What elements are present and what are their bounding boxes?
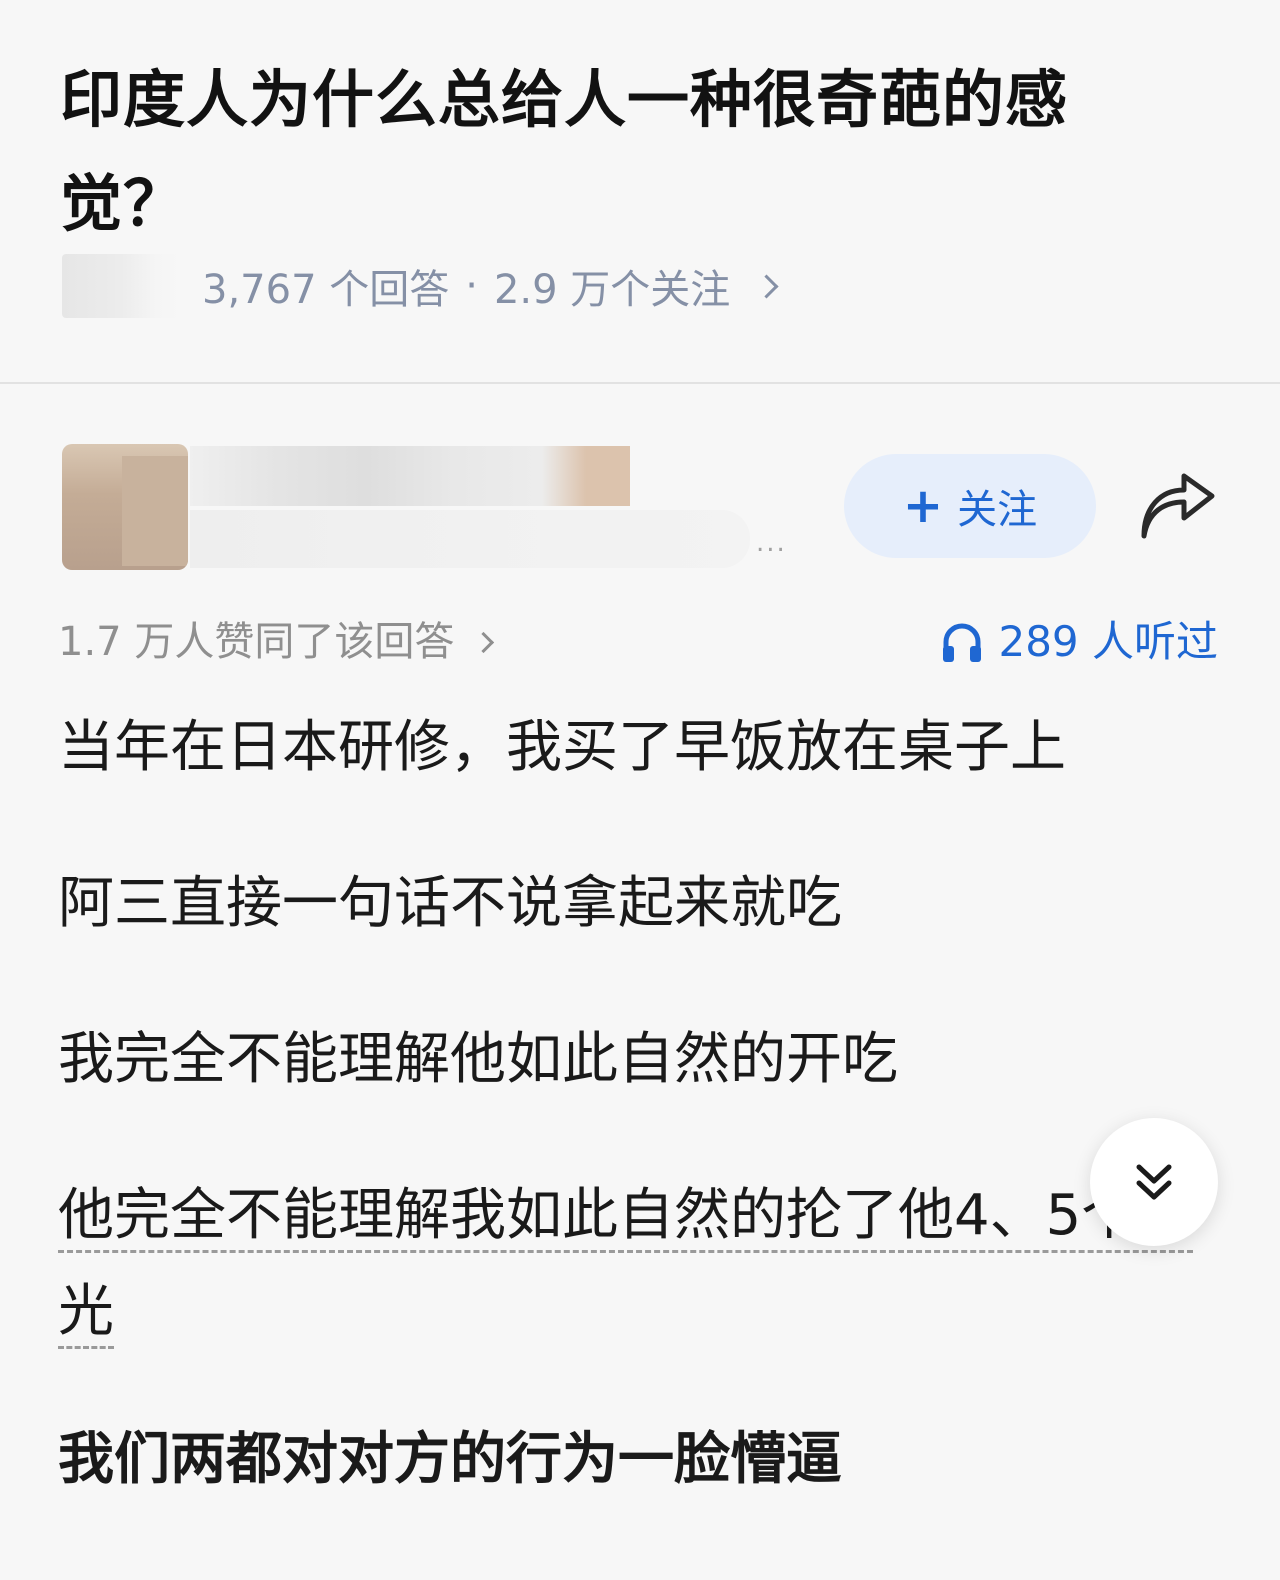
answer-paragraph-highlighted[interactable]: 他完全不能理解我如此自然的抡了他4、5个耳光 [58, 1168, 1218, 1360]
answer-paragraph: 阿三直接一句话不说拿起来就吃 [58, 871, 842, 936]
stats-row: 1.7 万人赞同了该回答 289 人听过 [58, 612, 1218, 672]
expand-button[interactable] [1090, 1118, 1218, 1246]
double-chevron-down-icon [1136, 1164, 1172, 1200]
answer-count: 3,767 个回答 [202, 267, 450, 313]
listen-count: 289 人听过 [998, 617, 1218, 666]
chevron-right-icon [473, 631, 495, 653]
plus-icon: + [902, 478, 944, 534]
chevron-right-icon [754, 273, 779, 299]
divider [0, 382, 1280, 384]
follow-button[interactable]: + 关注 [844, 454, 1096, 558]
bio-ellipsis: ... [756, 528, 787, 558]
question-meta[interactable]: 3,767 个回答 · 2.9 万个关注 [62, 254, 779, 318]
blurred-topic-avatar [62, 254, 180, 318]
listen-info[interactable]: 289 人听过 [940, 612, 1218, 672]
author-bio-blurred [190, 510, 750, 568]
answer-paragraph: 当年在日本研修，我买了早饭放在桌子上 [58, 715, 1066, 780]
author-avatar[interactable] [62, 444, 188, 570]
author-name-blurred[interactable] [190, 446, 630, 506]
headphone-icon [943, 623, 982, 662]
follower-count: 2.9 万个关注 [493, 267, 731, 313]
highlighted-text: 他完全不能理解我如此自然的抡了他4、5个耳光 [58, 1183, 1194, 1349]
answer-paragraph: 我们两都对对方的行为一脸懵逼 [58, 1427, 842, 1492]
share-icon[interactable] [1138, 472, 1218, 540]
follow-label: 关注 [957, 487, 1038, 533]
approval-count[interactable]: 1.7 万人赞同了该回答 [58, 612, 495, 672]
question-stats[interactable]: 3,767 个回答 · 2.9 万个关注 [202, 257, 779, 315]
author-row: ... + 关注 [62, 444, 1222, 574]
meta-separator: · [465, 263, 478, 309]
answer-paragraph: 我完全不能理解他如此自然的开吃 [58, 1027, 898, 1092]
approval-label: 1.7 万人赞同了该回答 [58, 619, 455, 665]
question-title[interactable]: 印度人为什么总给人一种很奇葩的感觉？ [60, 48, 1180, 256]
